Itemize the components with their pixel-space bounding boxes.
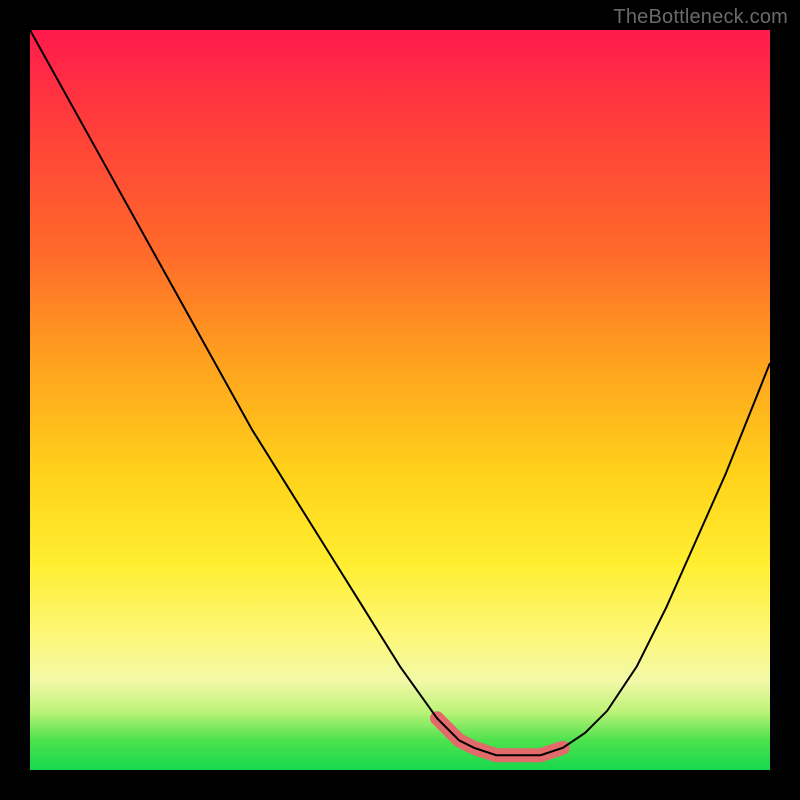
chart-frame: TheBottleneck.com: [0, 0, 800, 800]
bottleneck-curve: [30, 30, 770, 755]
bottleneck-curve-svg: [30, 30, 770, 770]
plot-area: [30, 30, 770, 770]
watermark-text: TheBottleneck.com: [613, 6, 788, 29]
